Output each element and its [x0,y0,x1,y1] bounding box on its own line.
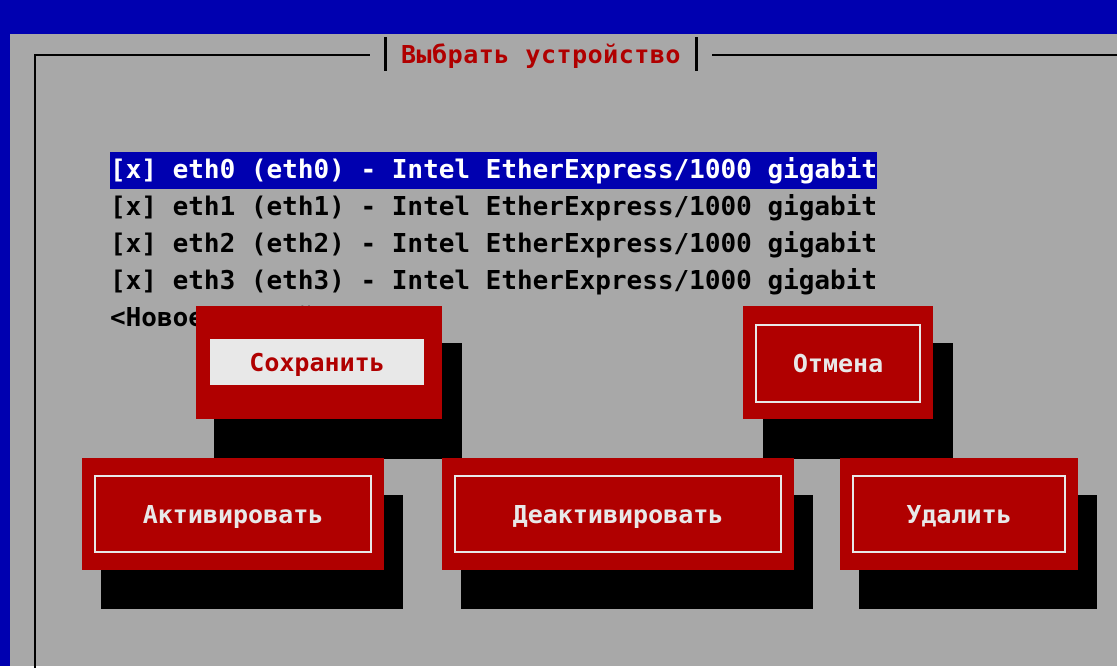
select-device-dialog: Выбрать устройство [x] eth0 (eth0) - Int… [10,34,1117,668]
delete-button[interactable]: Удалить [840,458,1078,570]
cancel-button-label: Отмена [792,349,884,378]
deactivate-button[interactable]: Деактивировать [442,458,794,570]
title-left-divider [384,37,387,71]
activate-button-border: Активировать [94,475,372,553]
save-button-focus: Сохранить [210,339,424,385]
device-row-eth3[interactable]: [x] eth3 (eth3) - Intel EtherExpress/100… [110,263,877,300]
activate-button[interactable]: Активировать [82,458,384,570]
activate-button-label: Активировать [142,499,324,529]
deactivate-button-label: Деактивировать [512,499,724,529]
device-row-eth1[interactable]: [x] eth1 (eth1) - Intel EtherExpress/100… [110,189,877,226]
desktop-background-left [0,0,10,666]
save-button[interactable]: Сохранить [196,306,442,419]
delete-button-border: Удалить [852,475,1066,553]
device-row-eth2[interactable]: [x] eth2 (eth2) - Intel EtherExpress/100… [110,226,877,263]
delete-button-label: Удалить [906,499,1012,529]
deactivate-button-border: Деактивировать [454,475,782,553]
dialog-title: Выбрать устройство [401,39,681,69]
save-button-label: Сохранить [249,347,385,377]
cancel-button-border: Отмена [755,324,921,403]
cancel-button[interactable]: Отмена [743,306,933,419]
device-row-eth0[interactable]: [x] eth0 (eth0) - Intel EtherExpress/100… [110,152,878,189]
title-right-divider [694,37,698,71]
desktop-background-top [0,0,1117,34]
dialog-title-container: Выбрать устройство [370,35,712,73]
